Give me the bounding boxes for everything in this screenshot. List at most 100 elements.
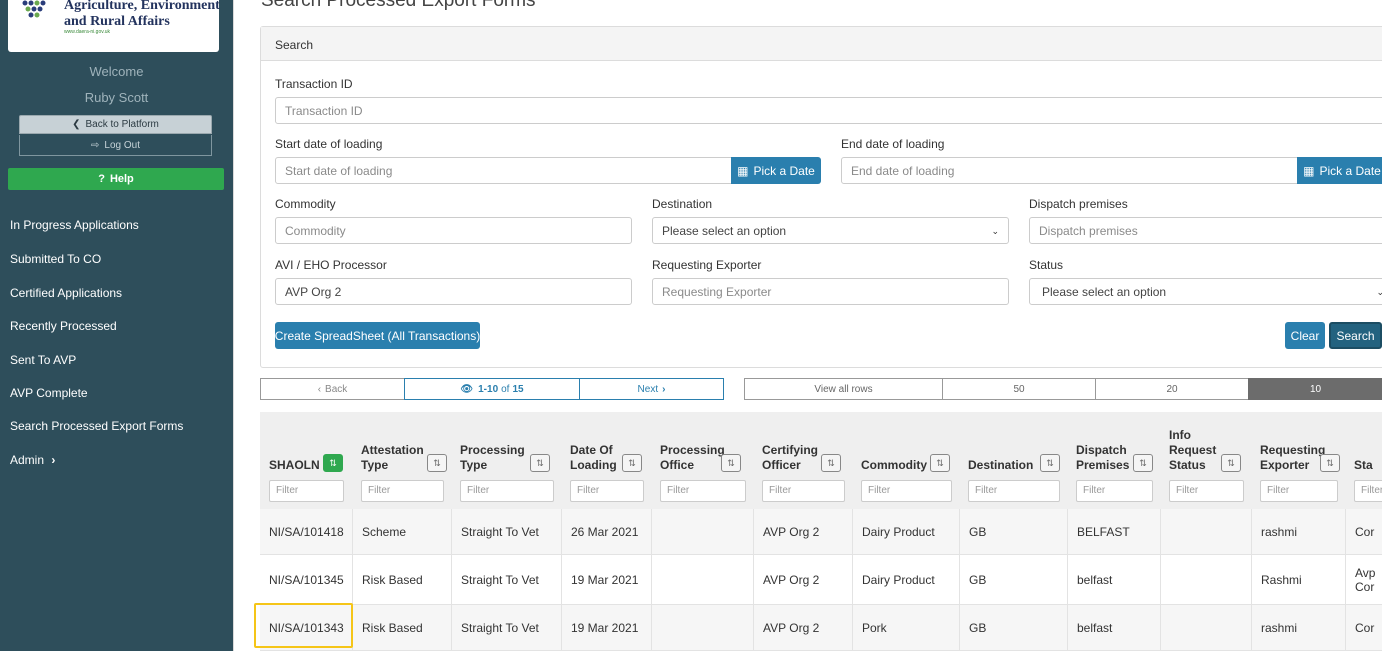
nav-admin[interactable]: Admin › — [10, 453, 55, 467]
filter-input[interactable]: Filter — [361, 480, 444, 502]
column-attestation-type: Attestation Type ⇅ Filter — [352, 412, 451, 509]
sort-icon[interactable]: ⇅ — [1040, 454, 1060, 472]
table-header: SHAOLN ⇅ Filter Attestation Type ⇅ Filte… — [260, 412, 1382, 509]
sort-icon[interactable]: ⇅ — [930, 454, 950, 472]
column-processing-type: Processing Type ⇅ Filter — [451, 412, 561, 509]
filter-input[interactable]: Filter — [861, 480, 952, 502]
cell-commodity: Dairy Product — [852, 509, 959, 554]
filter-input[interactable]: Filter — [269, 480, 344, 502]
pager-range: 👁 1-10 of 15 — [404, 378, 580, 400]
cell-attestation-type: Scheme — [352, 509, 451, 554]
processor-input[interactable]: AVP Org 2 — [275, 278, 632, 305]
nav-in-progress-applications[interactable]: In Progress Applications — [10, 218, 139, 232]
chevron-right-icon: › — [51, 453, 56, 467]
filter-input[interactable]: Filter — [460, 480, 554, 502]
page-size-20-button[interactable]: 20 — [1095, 378, 1249, 400]
column-header-label: Info Request Status — [1169, 428, 1217, 472]
help-button[interactable]: ? Help — [8, 168, 224, 190]
filter-input[interactable]: Filter — [1354, 480, 1382, 502]
status-label: Status — [1029, 258, 1064, 272]
column-header-label: SHAOLN — [269, 458, 320, 472]
search-panel-header[interactable]: Search ⌃ — [261, 27, 1382, 61]
cell-destination: GB — [959, 605, 1067, 650]
nav-sent-to-avp[interactable]: Sent To AVP — [10, 353, 76, 367]
pager-back-button[interactable]: ‹ Back — [260, 378, 405, 400]
cell-shaoln[interactable]: NI/SA/101343 — [260, 605, 352, 650]
end-date-input[interactable]: End date of loading — [841, 157, 1298, 184]
pager-next-button[interactable]: Next › — [579, 378, 724, 400]
cell-dispatch-premises: BELFAST — [1067, 509, 1160, 554]
commodity-input[interactable]: Commodity — [275, 217, 632, 244]
end-date-pick-button[interactable]: ▦ Pick a Date — [1297, 157, 1382, 184]
start-date-pick-button[interactable]: ▦ Pick a Date — [731, 157, 821, 184]
cell-commodity: Pork — [852, 605, 959, 650]
cell-certifying-officer: AVP Org 2 — [753, 509, 852, 554]
sort-icon[interactable]: ⇅ — [821, 454, 841, 472]
search-button[interactable]: Search — [1329, 322, 1382, 349]
table-row[interactable]: NI/SA/101343 Risk Based Straight To Vet … — [260, 605, 1382, 651]
cell-date-of-loading: 19 Mar 2021 — [561, 605, 651, 650]
view-all-rows-button[interactable]: View all rows — [744, 378, 943, 400]
filter-input[interactable]: Filter — [1169, 480, 1244, 502]
clear-button[interactable]: Clear — [1285, 322, 1325, 349]
column-header-label: Sta — [1354, 458, 1373, 472]
filter-input[interactable]: Filter — [570, 480, 644, 502]
dispatch-premises-input[interactable]: Dispatch premises — [1029, 217, 1382, 244]
cell-commodity: Dairy Product — [852, 555, 959, 604]
cell-processing-office — [651, 605, 753, 650]
chevron-left-icon: ‹ — [317, 383, 322, 395]
sort-icon[interactable]: ⇅ — [427, 454, 447, 472]
filter-input[interactable]: Filter — [1260, 480, 1338, 502]
commodity-label: Commodity — [275, 197, 336, 211]
nav-certified-applications[interactable]: Certified Applications — [10, 286, 122, 300]
start-date-input[interactable]: Start date of loading — [275, 157, 732, 184]
question-icon: ? — [98, 173, 105, 185]
welcome-text: Welcome — [89, 64, 144, 79]
search-panel-title: Search — [275, 38, 314, 52]
column-header-label: Date Of Loading — [570, 443, 617, 472]
sort-icon[interactable]: ⇅ — [323, 454, 343, 472]
destination-select-value: Please select an option — [662, 224, 787, 238]
sort-icon[interactable]: ⇅ — [530, 454, 550, 472]
status-select[interactable]: Please select an option ⌄ — [1029, 278, 1382, 305]
page-size-10-button[interactable]: 10 — [1248, 378, 1382, 400]
filter-input[interactable]: Filter — [968, 480, 1060, 502]
cell-processing-type: Straight To Vet — [451, 509, 561, 554]
user-name: Ruby Scott — [84, 90, 149, 105]
table-row[interactable]: NI/SA/101345 Risk Based Straight To Vet … — [260, 555, 1382, 605]
logo-emblem-icon — [22, 0, 46, 18]
cell-info-request-status — [1160, 509, 1251, 554]
sort-icon[interactable]: ⇅ — [721, 454, 741, 472]
back-to-platform-button[interactable]: ❮ Back to Platform — [19, 115, 212, 134]
sort-icon[interactable]: ⇅ — [622, 454, 642, 472]
cell-date-of-loading: 19 Mar 2021 — [561, 555, 651, 604]
nav-search-processed-export-forms[interactable]: Search Processed Export Forms — [10, 419, 183, 433]
cell-shaoln[interactable]: NI/SA/101418 — [260, 509, 352, 554]
column-status: Sta Filter — [1345, 412, 1382, 509]
transaction-id-input[interactable]: Transaction ID — [275, 97, 1382, 124]
filter-input[interactable]: Filter — [660, 480, 746, 502]
main-content: Search Processed Export Forms Search ⌃ T… — [233, 0, 1382, 651]
create-spreadsheet-button[interactable]: Create SpreadSheet (All Transactions) — [275, 322, 480, 349]
page-size-50-button[interactable]: 50 — [942, 378, 1096, 400]
log-out-button[interactable]: ⇨ Log Out — [19, 135, 212, 156]
destination-select[interactable]: Please select an option ⌄ — [652, 217, 1009, 244]
filter-input[interactable]: Filter — [1076, 480, 1153, 502]
column-destination: Destination ⇅ Filter — [959, 412, 1067, 509]
nav-submitted-to-co[interactable]: Submitted To CO — [10, 252, 101, 266]
nav-avp-complete[interactable]: AVP Complete — [10, 386, 88, 400]
column-header-label: Certifying Officer — [762, 443, 819, 472]
column-header-label: Commodity — [861, 458, 927, 472]
sort-icon[interactable]: ⇅ — [1221, 454, 1241, 472]
table-row[interactable]: NI/SA/101418 Scheme Straight To Vet 26 M… — [260, 509, 1382, 555]
filter-input[interactable]: Filter — [762, 480, 845, 502]
search-panel: Search ⌃ Transaction ID Transaction ID S… — [260, 26, 1382, 368]
requesting-exporter-input[interactable]: Requesting Exporter — [652, 278, 1009, 305]
sort-icon[interactable]: ⇅ — [1133, 454, 1153, 472]
cell-certifying-officer: AVP Org 2 — [753, 605, 852, 650]
nav-recently-processed[interactable]: Recently Processed — [10, 319, 117, 333]
column-header-label: Requesting Exporter — [1260, 443, 1326, 472]
daera-logo: Agriculture, Environment and Rural Affai… — [8, 0, 220, 52]
sort-icon[interactable]: ⇅ — [1320, 454, 1340, 472]
cell-shaoln[interactable]: NI/SA/101345 — [260, 555, 352, 604]
